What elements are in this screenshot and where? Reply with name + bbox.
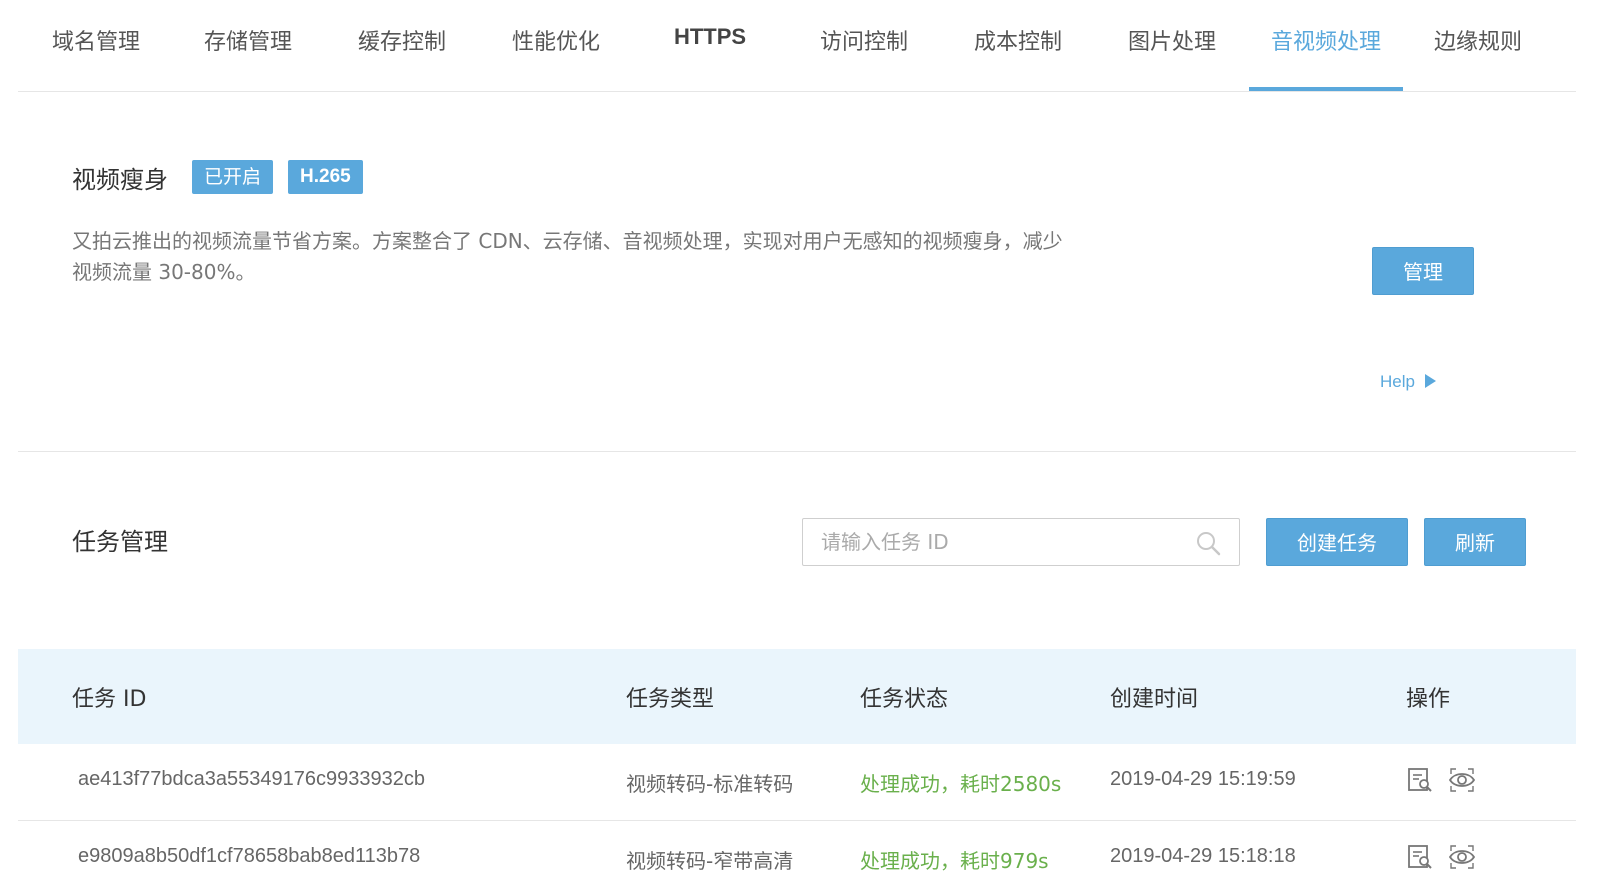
- status-badge: 已开启: [192, 160, 274, 194]
- create-task-button[interactable]: 创建任务: [1266, 518, 1408, 566]
- task-id-input[interactable]: [803, 519, 1183, 565]
- task-status-cell: 处理成功，耗时979s: [860, 849, 1049, 873]
- tab-image-processing[interactable]: 图片处理: [1128, 24, 1216, 58]
- tab-performance[interactable]: 性能优化: [512, 24, 600, 58]
- refresh-button[interactable]: 刷新: [1424, 518, 1526, 566]
- task-management-title: 任务管理: [72, 528, 168, 556]
- codec-badge: H.265: [288, 160, 363, 194]
- table-row: ae413f77bdca3a55349176c9933932cb 视频转码-标准…: [18, 744, 1576, 821]
- task-type-cell: 视频转码-窄带高清: [626, 849, 794, 873]
- column-header-task-status: 任务状态: [860, 687, 949, 712]
- video-slim-description: 又拍云推出的视频流量节省方案。方案整合了 CDN、云存储、音视频处理，实现对用户…: [72, 229, 1063, 284]
- tab-cache[interactable]: 缓存控制: [358, 24, 446, 58]
- tab-access-control[interactable]: 访问控制: [820, 24, 908, 58]
- help-link[interactable]: Help: [1380, 372, 1436, 392]
- task-table-header: 任务 ID 任务类型 任务状态 创建时间 操作: [18, 649, 1576, 744]
- tab-cost-control[interactable]: 成本控制: [974, 24, 1062, 58]
- preview-eye-icon[interactable]: [1448, 843, 1476, 871]
- view-details-icon[interactable]: [1406, 843, 1434, 871]
- column-header-task-id: 任务 ID: [72, 687, 147, 712]
- column-header-actions: 操作: [1406, 687, 1451, 712]
- task-id-cell: e9809a8b50df1cf78658bab8ed113b78: [78, 845, 421, 867]
- tab-edge-rules[interactable]: 边缘规则: [1434, 24, 1522, 58]
- table-row: e9809a8b50df1cf78658bab8ed113b78 视频转码-窄带…: [18, 821, 1576, 894]
- section-divider: [18, 451, 1576, 452]
- created-time-cell: 2019-04-29 15:18:18: [1110, 845, 1296, 867]
- column-header-task-type: 任务类型: [626, 687, 715, 712]
- tab-https[interactable]: HTTPS: [674, 24, 746, 58]
- view-details-icon[interactable]: [1406, 766, 1434, 794]
- column-header-created-time: 创建时间: [1110, 687, 1199, 712]
- play-arrow-icon: [1424, 374, 1436, 388]
- task-id-cell: ae413f77bdca3a55349176c9933932cb: [78, 768, 426, 790]
- video-slim-title: 视频瘦身: [72, 166, 168, 194]
- search-icon[interactable]: [1195, 530, 1221, 556]
- help-label: Help: [1380, 372, 1415, 391]
- tab-domain[interactable]: 域名管理: [52, 24, 140, 58]
- tab-bar: 域名管理 存储管理 缓存控制 性能优化 HTTPS 访问控制 成本控制 图片处理…: [18, 0, 1576, 92]
- preview-eye-icon[interactable]: [1448, 766, 1476, 794]
- created-time-cell: 2019-04-29 15:19:59: [1110, 768, 1296, 790]
- task-type-cell: 视频转码-标准转码: [626, 772, 794, 796]
- manage-button[interactable]: 管理: [1372, 247, 1474, 295]
- task-search-box: [802, 518, 1240, 566]
- task-status-cell: 处理成功，耗时2580s: [860, 772, 1062, 796]
- active-tab-indicator: [1249, 87, 1403, 91]
- tab-av-processing[interactable]: 音视频处理: [1271, 24, 1381, 58]
- tab-storage[interactable]: 存储管理: [204, 24, 292, 58]
